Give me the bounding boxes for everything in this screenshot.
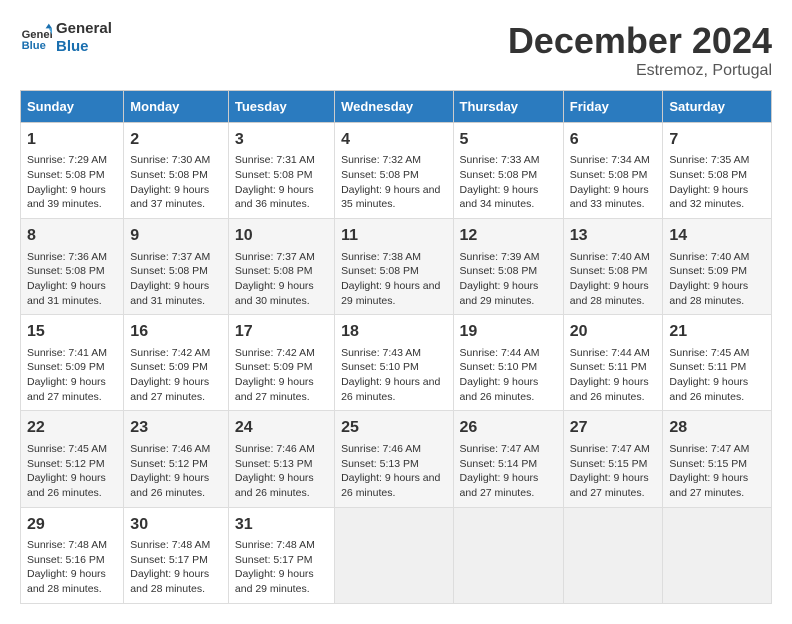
day-number: 10	[235, 225, 328, 247]
day-number: 21	[669, 321, 765, 343]
calendar-cell: 20Sunrise: 7:44 AMSunset: 5:11 PMDayligh…	[563, 315, 663, 411]
day-number: 22	[27, 417, 117, 439]
calendar-cell: 24Sunrise: 7:46 AMSunset: 5:13 PMDayligh…	[228, 411, 334, 507]
day-number: 13	[570, 225, 657, 247]
calendar-cell: 27Sunrise: 7:47 AMSunset: 5:15 PMDayligh…	[563, 411, 663, 507]
header-monday: Monday	[124, 91, 229, 123]
calendar-cell: 3Sunrise: 7:31 AMSunset: 5:08 PMDaylight…	[228, 123, 334, 219]
calendar-cell: 5Sunrise: 7:33 AMSunset: 5:08 PMDaylight…	[453, 123, 563, 219]
header-tuesday: Tuesday	[228, 91, 334, 123]
calendar-cell: 26Sunrise: 7:47 AMSunset: 5:14 PMDayligh…	[453, 411, 563, 507]
day-number: 24	[235, 417, 328, 439]
calendar-cell: 2Sunrise: 7:30 AMSunset: 5:08 PMDaylight…	[124, 123, 229, 219]
calendar-week-row: 8Sunrise: 7:36 AMSunset: 5:08 PMDaylight…	[21, 219, 772, 315]
day-number: 1	[27, 129, 117, 151]
calendar-cell: 21Sunrise: 7:45 AMSunset: 5:11 PMDayligh…	[663, 315, 772, 411]
calendar-week-row: 1Sunrise: 7:29 AMSunset: 5:08 PMDaylight…	[21, 123, 772, 219]
svg-text:Blue: Blue	[22, 40, 46, 52]
day-number: 18	[341, 321, 446, 343]
header-sunday: Sunday	[21, 91, 124, 123]
calendar-cell: 22Sunrise: 7:45 AMSunset: 5:12 PMDayligh…	[21, 411, 124, 507]
calendar-cell: 6Sunrise: 7:34 AMSunset: 5:08 PMDaylight…	[563, 123, 663, 219]
calendar-cell: 16Sunrise: 7:42 AMSunset: 5:09 PMDayligh…	[124, 315, 229, 411]
day-number: 8	[27, 225, 117, 247]
day-number: 7	[669, 129, 765, 151]
day-number: 20	[570, 321, 657, 343]
day-number: 4	[341, 129, 446, 151]
calendar-cell	[663, 507, 772, 603]
header: General Blue General Blue December 2024 …	[20, 20, 772, 80]
header-friday: Friday	[563, 91, 663, 123]
calendar-cell: 30Sunrise: 7:48 AMSunset: 5:17 PMDayligh…	[124, 507, 229, 603]
calendar-cell: 29Sunrise: 7:48 AMSunset: 5:16 PMDayligh…	[21, 507, 124, 603]
calendar-cell: 23Sunrise: 7:46 AMSunset: 5:12 PMDayligh…	[124, 411, 229, 507]
day-number: 16	[130, 321, 222, 343]
calendar-week-row: 15Sunrise: 7:41 AMSunset: 5:09 PMDayligh…	[21, 315, 772, 411]
logo-icon: General Blue	[20, 22, 52, 54]
header-wednesday: Wednesday	[335, 91, 453, 123]
calendar-cell: 14Sunrise: 7:40 AMSunset: 5:09 PMDayligh…	[663, 219, 772, 315]
day-number: 14	[669, 225, 765, 247]
day-number: 29	[27, 514, 117, 536]
day-number: 12	[460, 225, 557, 247]
day-number: 3	[235, 129, 328, 151]
calendar-cell: 25Sunrise: 7:46 AMSunset: 5:13 PMDayligh…	[335, 411, 453, 507]
calendar-cell: 7Sunrise: 7:35 AMSunset: 5:08 PMDaylight…	[663, 123, 772, 219]
day-number: 2	[130, 129, 222, 151]
day-number: 26	[460, 417, 557, 439]
calendar-cell: 18Sunrise: 7:43 AMSunset: 5:10 PMDayligh…	[335, 315, 453, 411]
day-number: 30	[130, 514, 222, 536]
calendar-cell: 17Sunrise: 7:42 AMSunset: 5:09 PMDayligh…	[228, 315, 334, 411]
logo-line2: Blue	[56, 38, 112, 56]
day-number: 28	[669, 417, 765, 439]
logo: General Blue General Blue	[20, 20, 112, 56]
calendar-cell	[453, 507, 563, 603]
day-number: 31	[235, 514, 328, 536]
calendar-cell: 31Sunrise: 7:48 AMSunset: 5:17 PMDayligh…	[228, 507, 334, 603]
calendar-cell: 19Sunrise: 7:44 AMSunset: 5:10 PMDayligh…	[453, 315, 563, 411]
header-thursday: Thursday	[453, 91, 563, 123]
calendar-table: SundayMondayTuesdayWednesdayThursdayFrid…	[20, 90, 772, 604]
calendar-cell: 11Sunrise: 7:38 AMSunset: 5:08 PMDayligh…	[335, 219, 453, 315]
svg-text:General: General	[22, 29, 52, 41]
calendar-cell	[335, 507, 453, 603]
day-number: 6	[570, 129, 657, 151]
calendar-cell: 13Sunrise: 7:40 AMSunset: 5:08 PMDayligh…	[563, 219, 663, 315]
calendar-subtitle: Estremoz, Portugal	[508, 62, 772, 80]
calendar-week-row: 29Sunrise: 7:48 AMSunset: 5:16 PMDayligh…	[21, 507, 772, 603]
calendar-header-row: SundayMondayTuesdayWednesdayThursdayFrid…	[21, 91, 772, 123]
calendar-cell: 9Sunrise: 7:37 AMSunset: 5:08 PMDaylight…	[124, 219, 229, 315]
day-number: 19	[460, 321, 557, 343]
day-number: 25	[341, 417, 446, 439]
day-number: 23	[130, 417, 222, 439]
logo-line1: General	[56, 20, 112, 38]
calendar-cell	[563, 507, 663, 603]
calendar-cell: 15Sunrise: 7:41 AMSunset: 5:09 PMDayligh…	[21, 315, 124, 411]
calendar-cell: 12Sunrise: 7:39 AMSunset: 5:08 PMDayligh…	[453, 219, 563, 315]
day-number: 15	[27, 321, 117, 343]
calendar-cell: 4Sunrise: 7:32 AMSunset: 5:08 PMDaylight…	[335, 123, 453, 219]
day-number: 9	[130, 225, 222, 247]
calendar-cell: 28Sunrise: 7:47 AMSunset: 5:15 PMDayligh…	[663, 411, 772, 507]
day-number: 5	[460, 129, 557, 151]
day-number: 27	[570, 417, 657, 439]
day-number: 17	[235, 321, 328, 343]
header-saturday: Saturday	[663, 91, 772, 123]
calendar-cell: 10Sunrise: 7:37 AMSunset: 5:08 PMDayligh…	[228, 219, 334, 315]
calendar-week-row: 22Sunrise: 7:45 AMSunset: 5:12 PMDayligh…	[21, 411, 772, 507]
calendar-cell: 8Sunrise: 7:36 AMSunset: 5:08 PMDaylight…	[21, 219, 124, 315]
calendar-title: December 2024	[508, 20, 772, 62]
title-section: December 2024 Estremoz, Portugal	[508, 20, 772, 80]
day-number: 11	[341, 225, 446, 247]
calendar-cell: 1Sunrise: 7:29 AMSunset: 5:08 PMDaylight…	[21, 123, 124, 219]
